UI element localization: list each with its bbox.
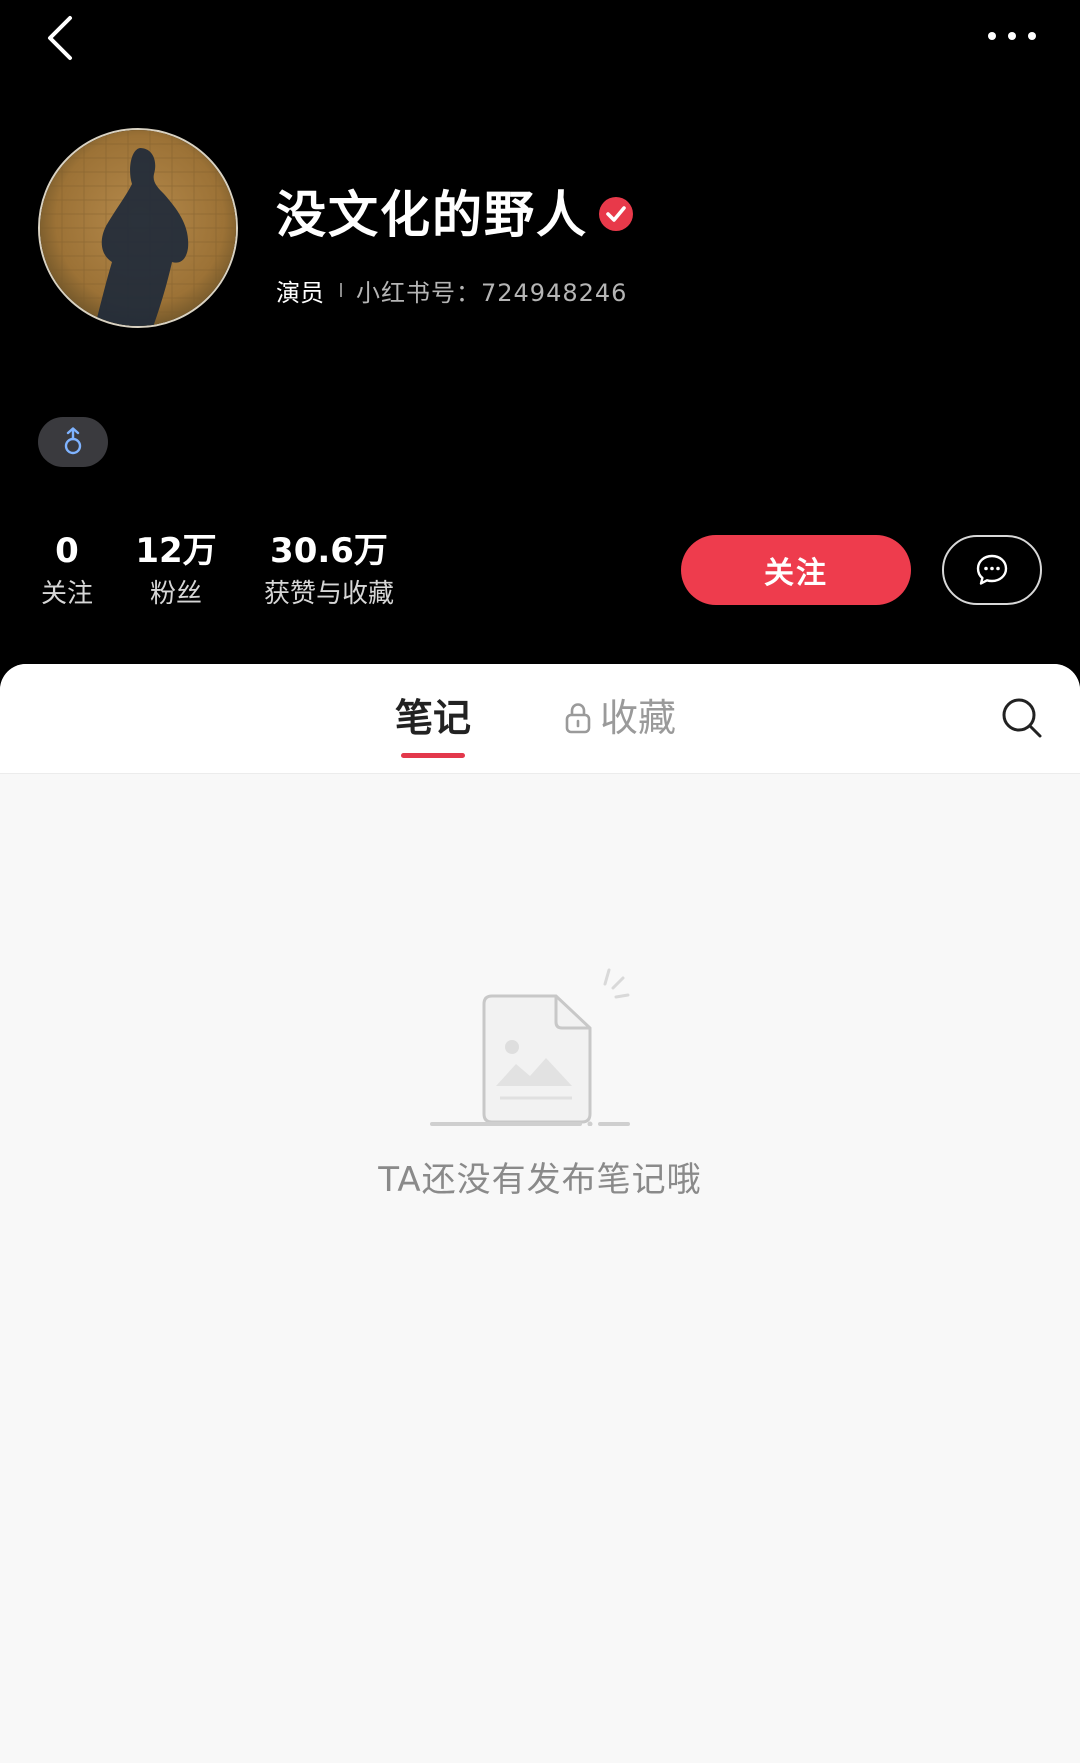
tab-collect[interactable]: 收藏 (564, 690, 676, 746)
empty-state-message: TA还没有发布笔记哦 (378, 1160, 702, 1200)
red-id: 小红书号：724948246 (356, 278, 628, 307)
more-options-button[interactable] (982, 18, 1042, 54)
divider (340, 283, 342, 297)
empty-document-icon (430, 968, 630, 1126)
search-icon (1002, 698, 1042, 738)
tab-notes[interactable]: 笔记 (395, 690, 472, 758)
verified-badge-icon (599, 197, 633, 231)
chat-bubble-icon (976, 554, 1008, 585)
following-count: 0 (55, 531, 79, 571)
likes-count: 30.6万 (270, 531, 388, 571)
active-tab-indicator (401, 753, 465, 758)
male-symbol-icon (64, 427, 82, 455)
fans-count: 12万 (135, 531, 217, 571)
tab-collect-label: 收藏 (600, 696, 677, 740)
username: 没文化的野人 (276, 186, 588, 244)
chevron-left-icon (48, 16, 72, 60)
profile-stats: 0 关注 12万 粉丝 30.6万 获赞与收藏 (0, 528, 460, 618)
occupation-label: 演员 (276, 278, 324, 307)
more-dots-icon (988, 32, 1036, 40)
likes-stat[interactable]: 30.6万 获赞与收藏 (252, 528, 406, 614)
fans-label: 粉丝 (149, 579, 202, 609)
following-label: 关注 (40, 579, 93, 609)
back-button[interactable] (38, 10, 86, 66)
message-button[interactable] (942, 535, 1042, 605)
fans-stat[interactable]: 12万 粉丝 (128, 528, 224, 614)
avatar[interactable] (38, 128, 238, 328)
search-button[interactable] (1000, 696, 1044, 740)
avatar-image (40, 130, 236, 326)
likes-label: 获赞与收藏 (263, 579, 394, 609)
follow-button[interactable]: 关注 (681, 535, 911, 605)
tab-bar: 笔记 收藏 (0, 664, 1080, 774)
content-sheet: 笔记 收藏 TA还没有发布笔记哦 (0, 664, 1080, 1763)
tab-notes-label: 笔记 (395, 696, 472, 740)
gender-tag (38, 417, 108, 467)
lock-icon (565, 703, 591, 734)
profile-page: 没文化的野人 演员 小红书号：724948246 0 关注 12万 粉丝 30.… (0, 0, 1080, 1763)
following-stat[interactable]: 0 关注 (30, 528, 104, 614)
profile-subline: 演员 小红书号：724948246 (276, 272, 627, 308)
